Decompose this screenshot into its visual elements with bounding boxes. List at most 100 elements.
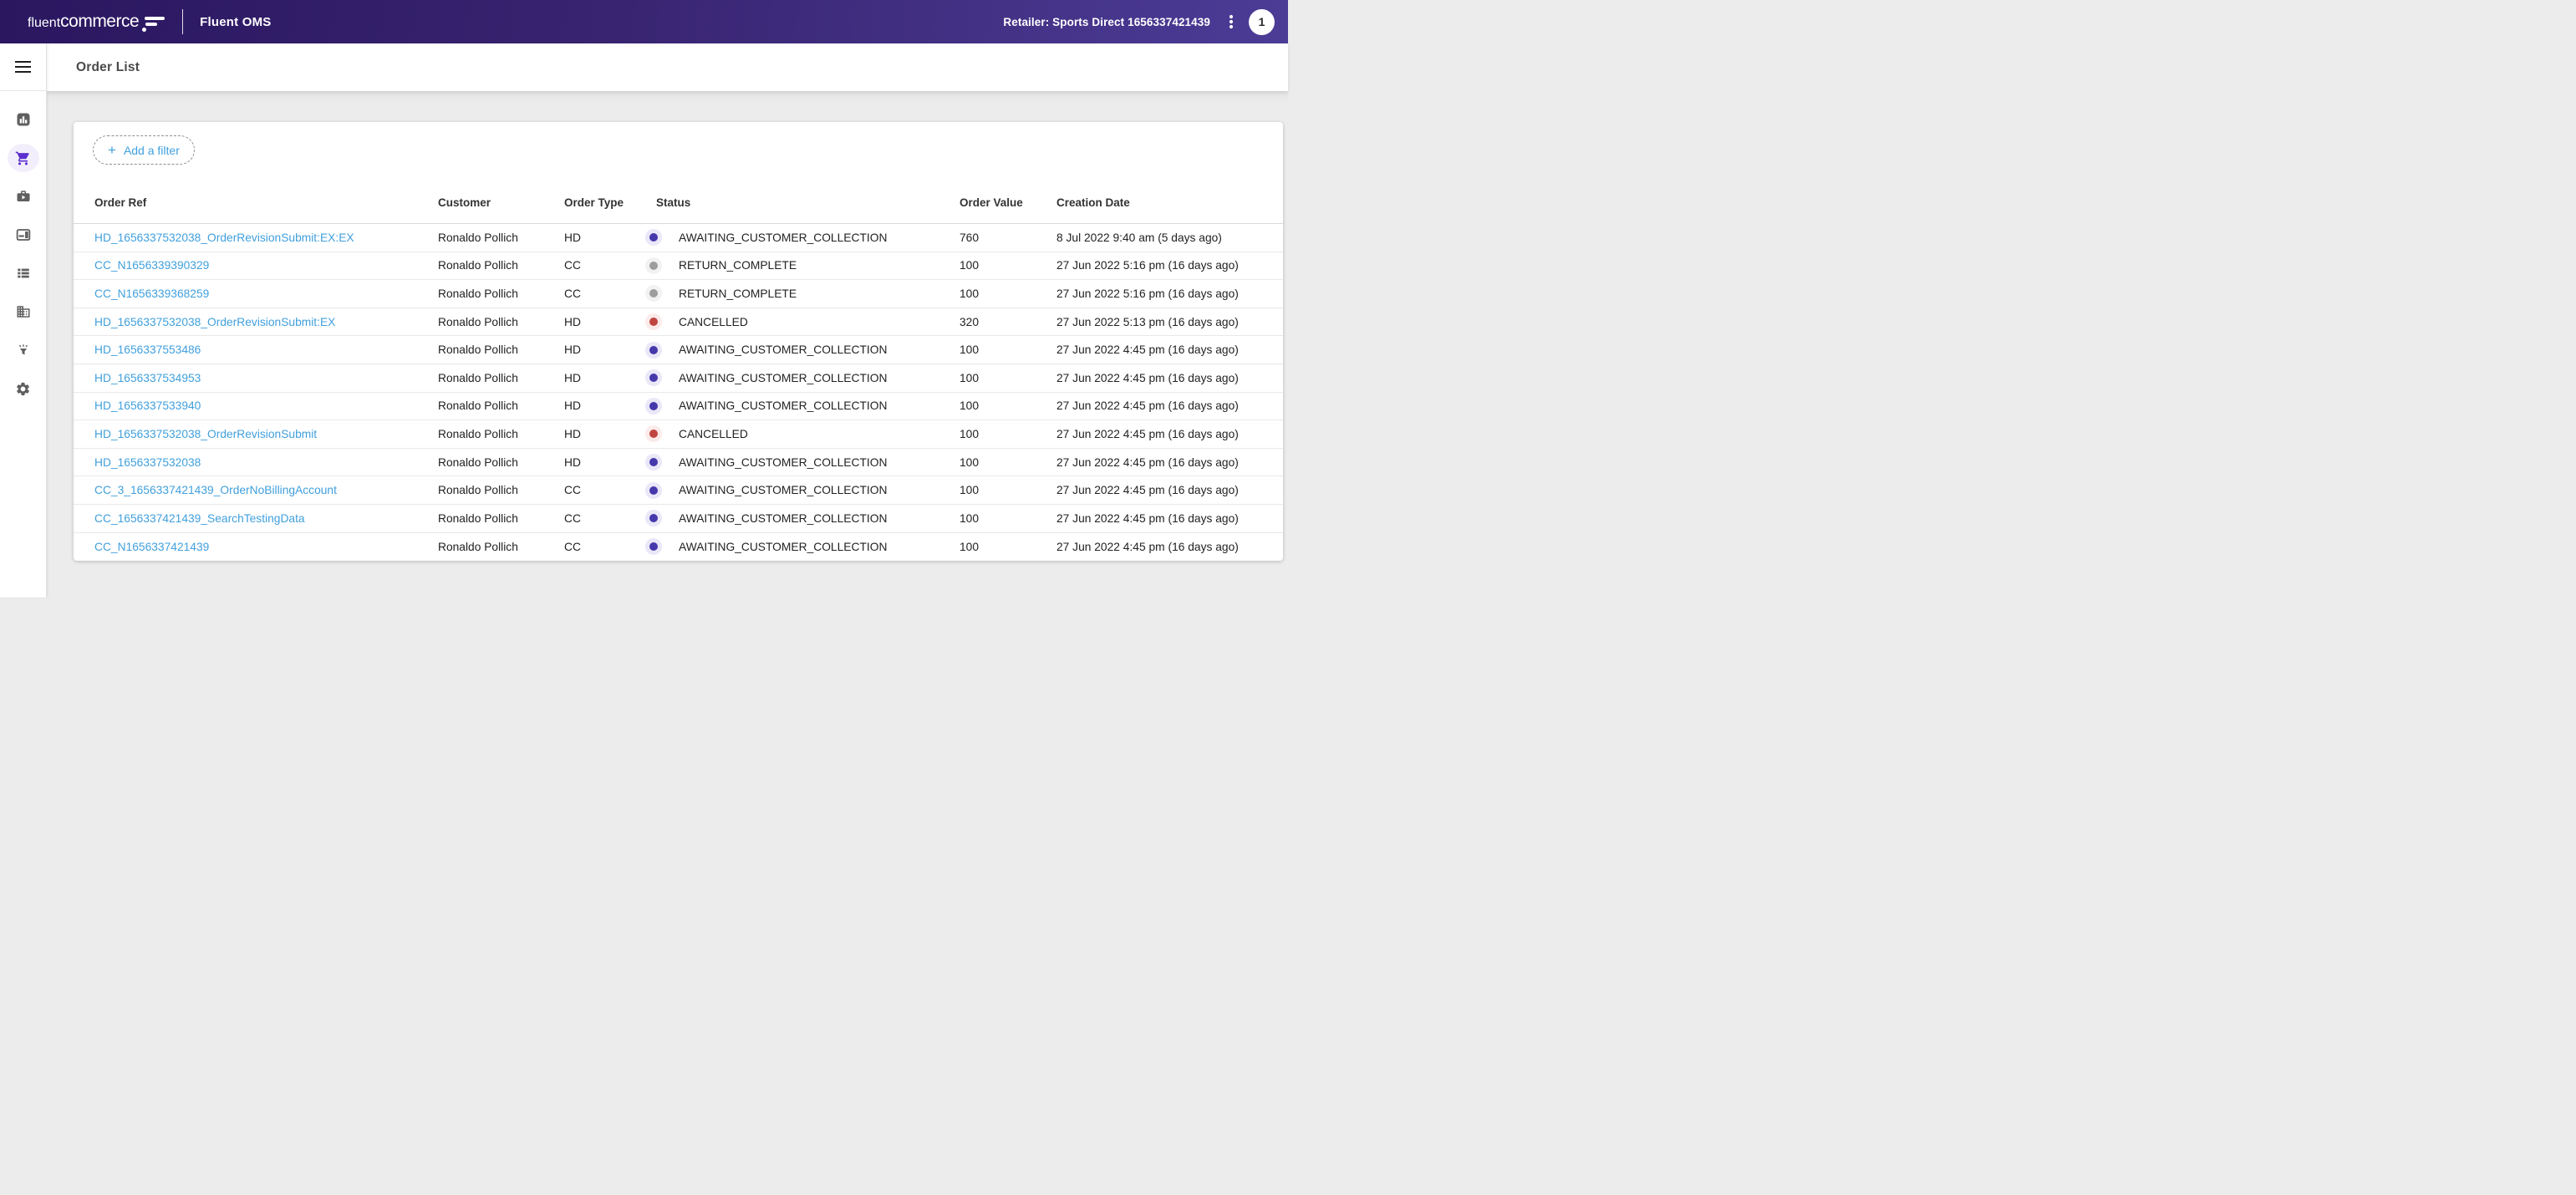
creation-date-cell: 27 Jun 2022 4:45 pm (16 days ago) — [1056, 343, 1262, 356]
creation-date-cell: 27 Jun 2022 5:13 pm (16 days ago) — [1056, 316, 1262, 328]
table-row: HD_1656337534953Ronaldo PollichHDAWAITIN… — [74, 364, 1283, 393]
building-icon — [16, 304, 31, 319]
status-cell: RETURN_COMPLETE — [645, 285, 960, 302]
plus-icon: + — [108, 143, 116, 157]
card-layout-icon — [16, 227, 31, 242]
sidebar-item-card-layout[interactable] — [0, 216, 47, 254]
status-label: AWAITING_CUSTOMER_COLLECTION — [679, 399, 887, 412]
brand-logo-secondary: commerce — [60, 12, 139, 32]
customer-cell: Ronaldo Pollich — [438, 259, 564, 272]
page-header: Order List — [47, 43, 1288, 91]
order-ref-link[interactable]: HD_1656337553486 — [94, 343, 438, 356]
order-ref-link[interactable]: HD_1656337532038_OrderRevisionSubmit:EX — [94, 316, 438, 328]
order-value-cell: 100 — [960, 287, 1056, 300]
status-label: AWAITING_CUSTOMER_COLLECTION — [679, 372, 887, 384]
vertical-dots-icon — [1225, 14, 1237, 29]
status-label: CANCELLED — [679, 428, 748, 440]
status-cell: AWAITING_CUSTOMER_COLLECTION — [645, 398, 960, 414]
main-area: Order List + Add a filter Order Ref Cust… — [47, 43, 1288, 598]
order-type-cell: HD — [564, 231, 645, 244]
status-cell: CANCELLED — [645, 425, 960, 442]
order-ref-link[interactable]: HD_1656337533940 — [94, 399, 438, 412]
brand-logo-primary: fluent — [28, 16, 60, 31]
status-dot-icon — [649, 402, 658, 410]
sidebar-nav — [0, 91, 46, 408]
hamburger-menu-icon[interactable] — [0, 43, 46, 91]
customer-cell: Ronaldo Pollich — [438, 372, 564, 384]
status-cell: AWAITING_CUSTOMER_COLLECTION — [645, 510, 960, 526]
order-type-cell: CC — [564, 541, 645, 553]
order-ref-link[interactable]: HD_1656337534953 — [94, 372, 438, 384]
status-dot-icon — [649, 233, 658, 242]
sidebar-item-funnel-sparks[interactable] — [0, 331, 47, 369]
status-label: AWAITING_CUSTOMER_COLLECTION — [679, 512, 887, 525]
order-type-cell: CC — [564, 287, 645, 300]
status-label: RETURN_COMPLETE — [679, 287, 797, 300]
order-value-cell: 100 — [960, 259, 1056, 272]
status-dot-halo — [645, 538, 662, 555]
order-value-cell: 100 — [960, 456, 1056, 469]
creation-date-cell: 27 Jun 2022 4:45 pm (16 days ago) — [1056, 541, 1262, 553]
sidebar-item-list[interactable] — [0, 254, 47, 292]
order-ref-link[interactable]: HD_1656337532038_OrderRevisionSubmit — [94, 428, 438, 440]
sidebar-item-building[interactable] — [0, 292, 47, 331]
column-header-creation-date: Creation Date — [1056, 196, 1262, 209]
status-dot-icon — [649, 542, 658, 551]
status-dot-halo — [645, 398, 662, 414]
sidebar-item-shopping-cart[interactable] — [0, 139, 47, 177]
content-area: + Add a filter Order Ref Customer Order … — [47, 91, 1288, 598]
status-cell: RETURN_COMPLETE — [645, 257, 960, 274]
creation-date-cell: 27 Jun 2022 4:45 pm (16 days ago) — [1056, 512, 1262, 525]
add-filter-button[interactable]: + Add a filter — [93, 135, 195, 165]
status-dot-icon — [649, 318, 658, 326]
status-dot-halo — [645, 454, 662, 470]
status-label: AWAITING_CUSTOMER_COLLECTION — [679, 231, 887, 244]
sidebar-item-briefcase-play[interactable] — [0, 177, 47, 216]
table-row: CC_N1656339390329Ronaldo PollichCCRETURN… — [74, 252, 1283, 281]
status-dot-icon — [649, 486, 658, 495]
order-type-cell: HD — [564, 399, 645, 412]
status-cell: AWAITING_CUSTOMER_COLLECTION — [645, 229, 960, 246]
customer-cell: Ronaldo Pollich — [438, 231, 564, 244]
table-row: CC_N1656339368259Ronaldo PollichCCRETURN… — [74, 280, 1283, 308]
kebab-menu-icon[interactable] — [1225, 14, 1237, 29]
order-ref-link[interactable]: CC_1656337421439_SearchTestingData — [94, 512, 438, 525]
order-ref-link[interactable]: CC_3_1656337421439_OrderNoBillingAccount — [94, 484, 438, 496]
order-ref-link[interactable]: CC_N1656337421439 — [94, 541, 438, 553]
order-ref-link[interactable]: HD_1656337532038_OrderRevisionSubmit:EX:… — [94, 231, 438, 244]
order-ref-link[interactable]: CC_N1656339368259 — [94, 287, 438, 300]
sidebar-item-bar-chart[interactable] — [0, 100, 47, 139]
table-row: HD_1656337553486Ronaldo PollichHDAWAITIN… — [74, 336, 1283, 364]
customer-cell: Ronaldo Pollich — [438, 399, 564, 412]
column-header-status: Status — [645, 196, 960, 209]
creation-date-cell: 27 Jun 2022 5:16 pm (16 days ago) — [1056, 259, 1262, 272]
status-dot-icon — [649, 458, 658, 466]
status-dot-halo — [645, 257, 662, 274]
status-dot-icon — [649, 514, 658, 522]
page-title: Order List — [76, 60, 140, 75]
customer-cell: Ronaldo Pollich — [438, 316, 564, 328]
status-label: AWAITING_CUSTOMER_COLLECTION — [679, 484, 887, 496]
sidebar-item-gear[interactable] — [0, 369, 47, 408]
gear-icon — [15, 381, 31, 397]
add-filter-label: Add a filter — [124, 144, 180, 157]
order-ref-link[interactable]: CC_N1656339390329 — [94, 259, 438, 272]
order-value-cell: 100 — [960, 484, 1056, 496]
column-header-customer: Customer — [438, 196, 564, 209]
order-value-cell: 100 — [960, 512, 1056, 525]
order-type-cell: HD — [564, 456, 645, 469]
brand-logo[interactable]: fluentcommerce — [28, 12, 165, 32]
table-body: HD_1656337532038_OrderRevisionSubmit:EX:… — [74, 224, 1283, 561]
order-type-cell: CC — [564, 512, 645, 525]
user-avatar[interactable]: 1 — [1249, 9, 1275, 35]
order-type-cell: CC — [564, 259, 645, 272]
order-ref-link[interactable]: HD_1656337532038 — [94, 456, 438, 469]
table-row: HD_1656337532038_OrderRevisionSubmit:EX:… — [74, 224, 1283, 252]
shopping-cart-icon — [15, 150, 31, 166]
order-type-cell: HD — [564, 428, 645, 440]
table-row: HD_1656337532038_OrderRevisionSubmitRona… — [74, 420, 1283, 449]
status-dot-halo — [645, 482, 662, 499]
order-list-card: + Add a filter Order Ref Customer Order … — [74, 122, 1283, 561]
table-row: CC_1656337421439_SearchTestingDataRonald… — [74, 505, 1283, 533]
status-cell: AWAITING_CUSTOMER_COLLECTION — [645, 482, 960, 499]
